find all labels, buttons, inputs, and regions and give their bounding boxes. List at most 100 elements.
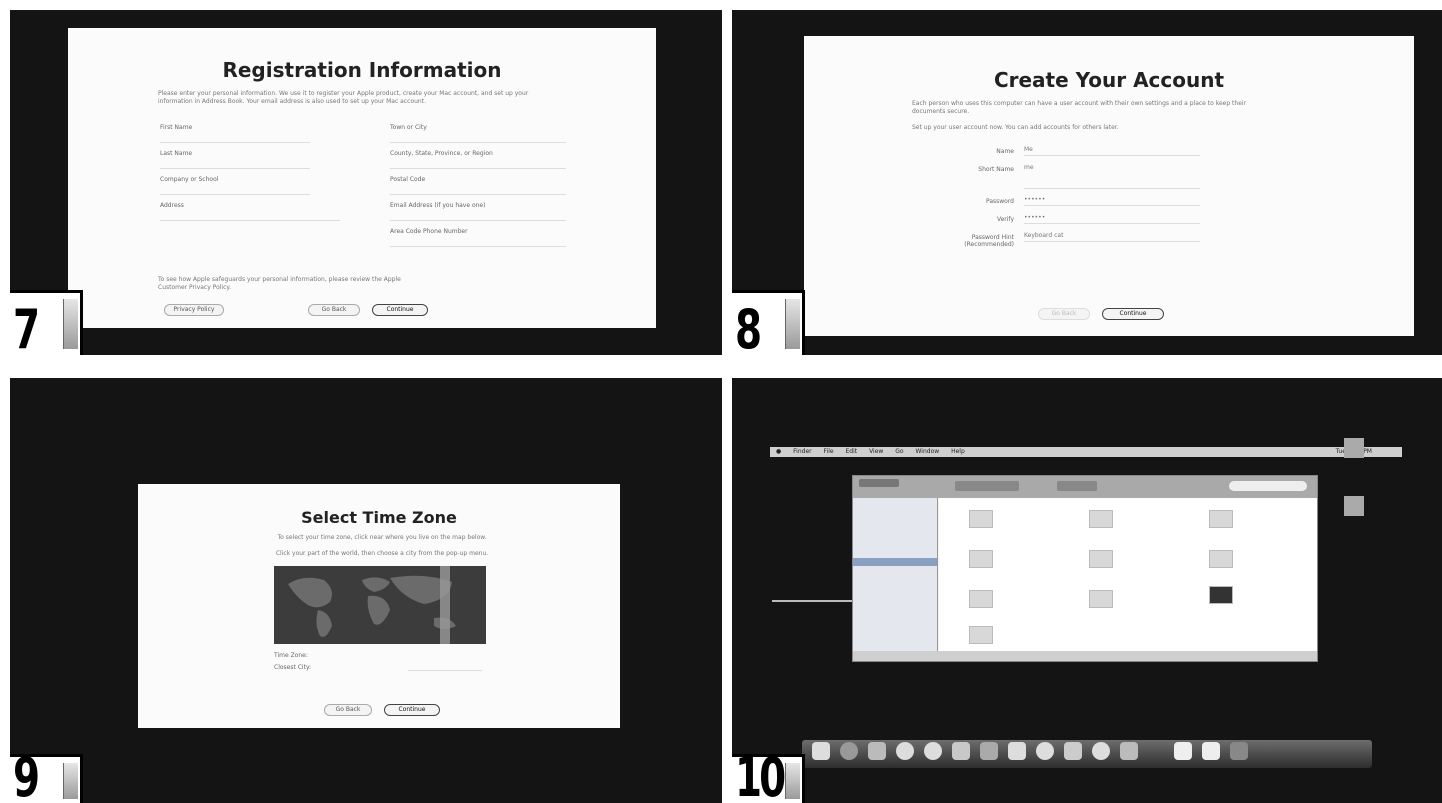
sidebar-selected-item[interactable]	[853, 558, 937, 566]
folder-icon[interactable]	[1089, 550, 1113, 568]
closest-city-select[interactable]	[408, 662, 482, 671]
town-field[interactable]	[390, 134, 566, 143]
time-zone-screen: Select Time Zone To select your time zon…	[138, 484, 620, 728]
first-name-field[interactable]	[160, 134, 310, 143]
page-fold-icon	[63, 763, 78, 799]
world-map[interactable]	[274, 566, 486, 644]
continue-button[interactable]: Continue	[384, 704, 440, 716]
folder-icon[interactable]	[1209, 550, 1233, 568]
itunes-dock-icon[interactable]	[1008, 742, 1026, 760]
email-label: Email Address (if you have one)	[390, 202, 486, 209]
step-badge: 10	[732, 746, 805, 803]
go-back-button[interactable]: Go Back	[1038, 308, 1090, 320]
name-label: Name	[996, 148, 1014, 155]
folder-icon[interactable]	[969, 590, 993, 608]
password-label: Password	[985, 198, 1014, 205]
dock	[802, 740, 1372, 768]
page-title: Registration Information	[222, 58, 502, 82]
step-10-panel: ● Finder File Edit View Go Window Help T…	[732, 378, 1442, 803]
downloads-stack-icon[interactable]	[1202, 742, 1220, 760]
go-back-button[interactable]: Go Back	[324, 704, 372, 716]
iphoto-dock-icon[interactable]	[980, 742, 998, 760]
safari-dock-icon[interactable]	[896, 742, 914, 760]
time-machine-dock-icon[interactable]	[1092, 742, 1110, 760]
page-title: Create Your Account	[993, 68, 1225, 92]
action-buttons[interactable]	[1057, 481, 1097, 491]
finder-toolbar	[853, 476, 1317, 498]
privacy-policy-button[interactable]: Privacy Policy	[164, 304, 224, 316]
postal-code-label: Postal Code	[390, 176, 426, 183]
folder-icon[interactable]	[969, 550, 993, 568]
first-name-label: First Name	[160, 124, 193, 131]
address-field[interactable]	[160, 212, 340, 221]
step-number: 10	[735, 746, 786, 803]
folder-icon[interactable]	[1089, 510, 1113, 528]
short-name-field[interactable]: me	[1024, 164, 1200, 189]
menu-edit[interactable]: Edit	[846, 448, 858, 455]
hard-drive-icon[interactable]	[1344, 438, 1364, 458]
dashboard-dock-icon[interactable]	[840, 742, 858, 760]
last-name-field[interactable]	[160, 160, 310, 169]
folder-icon[interactable]	[969, 510, 993, 528]
folder-icon[interactable]	[969, 626, 993, 644]
menu-finder[interactable]: Finder	[793, 448, 811, 455]
page-title: Select Time Zone	[301, 508, 457, 527]
phone-label: Area Code Phone Number	[390, 228, 468, 235]
continue-button[interactable]: Continue	[1102, 308, 1164, 320]
finder-window[interactable]	[852, 475, 1318, 662]
documents-stack-icon[interactable]	[1174, 742, 1192, 760]
password-hint-label: Password Hint (Recommended)	[964, 234, 1014, 248]
region-field[interactable]	[390, 160, 566, 169]
create-account-screen: Create Your Account Each person who uses…	[804, 36, 1414, 336]
email-field[interactable]	[390, 212, 566, 221]
ical-dock-icon[interactable]	[1036, 742, 1054, 760]
menu-help[interactable]: Help	[951, 448, 965, 455]
intro-text: To select your time zone, click near whe…	[277, 534, 487, 541]
window-controls[interactable]	[859, 479, 899, 487]
folder-icon[interactable]	[1209, 510, 1233, 528]
go-back-button[interactable]: Go Back	[308, 304, 360, 316]
region-label: County, State, Province, or Region	[390, 150, 493, 157]
intro-text-2: Click your part of the world, then choos…	[275, 550, 489, 557]
postal-code-field[interactable]	[390, 186, 566, 195]
menu-file[interactable]: File	[824, 448, 834, 455]
privacy-footnote: To see how Apple safeguards your persona…	[158, 276, 401, 291]
menu-view[interactable]: View	[869, 448, 883, 455]
password-hint-field[interactable]: Keyboard cat	[1024, 232, 1200, 242]
step-number: 7	[13, 298, 40, 356]
short-name-label: Short Name	[978, 166, 1014, 173]
system-preferences-dock-icon[interactable]	[1120, 742, 1138, 760]
document-icon[interactable]	[1209, 586, 1233, 604]
town-label: Town or City	[390, 124, 427, 131]
password-field[interactable]: ••••••	[1024, 196, 1200, 206]
ichat-dock-icon[interactable]	[924, 742, 942, 760]
menu-go[interactable]: Go	[895, 448, 903, 455]
finder-sidebar[interactable]	[853, 498, 938, 661]
step-badge: 8	[732, 290, 805, 355]
disk-icon[interactable]	[1344, 496, 1364, 516]
verify-field[interactable]: ••••••	[1024, 214, 1200, 224]
finder-dock-icon[interactable]	[812, 742, 830, 760]
step-8-panel: Create Your Account Each person who uses…	[732, 10, 1442, 355]
menu-bar: ● Finder File Edit View Go Window Help T…	[770, 447, 1402, 457]
spaces-dock-icon[interactable]	[1064, 742, 1082, 760]
menu-window[interactable]: Window	[915, 448, 939, 455]
company-field[interactable]	[160, 186, 310, 195]
trash-dock-icon[interactable]	[1230, 742, 1248, 760]
view-buttons[interactable]	[955, 481, 1019, 491]
registration-screen: Registration Information Please enter yo…	[68, 28, 656, 328]
continue-button[interactable]: Continue	[372, 304, 428, 316]
verify-label: Verify	[996, 216, 1014, 223]
intro-text: Each person who uses this computer can h…	[912, 100, 1247, 115]
address-book-dock-icon[interactable]	[952, 742, 970, 760]
folder-icon[interactable]	[1089, 590, 1113, 608]
intro-text: Please enter your personal information. …	[158, 90, 529, 105]
search-field[interactable]	[1229, 481, 1307, 491]
phone-field[interactable]	[390, 238, 566, 247]
apple-icon[interactable]: ●	[776, 448, 781, 455]
step-number: 9	[13, 746, 40, 803]
closest-city-label: Closest City:	[274, 664, 312, 671]
finder-content[interactable]	[939, 498, 1317, 651]
name-field[interactable]: Me	[1024, 146, 1200, 156]
mail-dock-icon[interactable]	[868, 742, 886, 760]
